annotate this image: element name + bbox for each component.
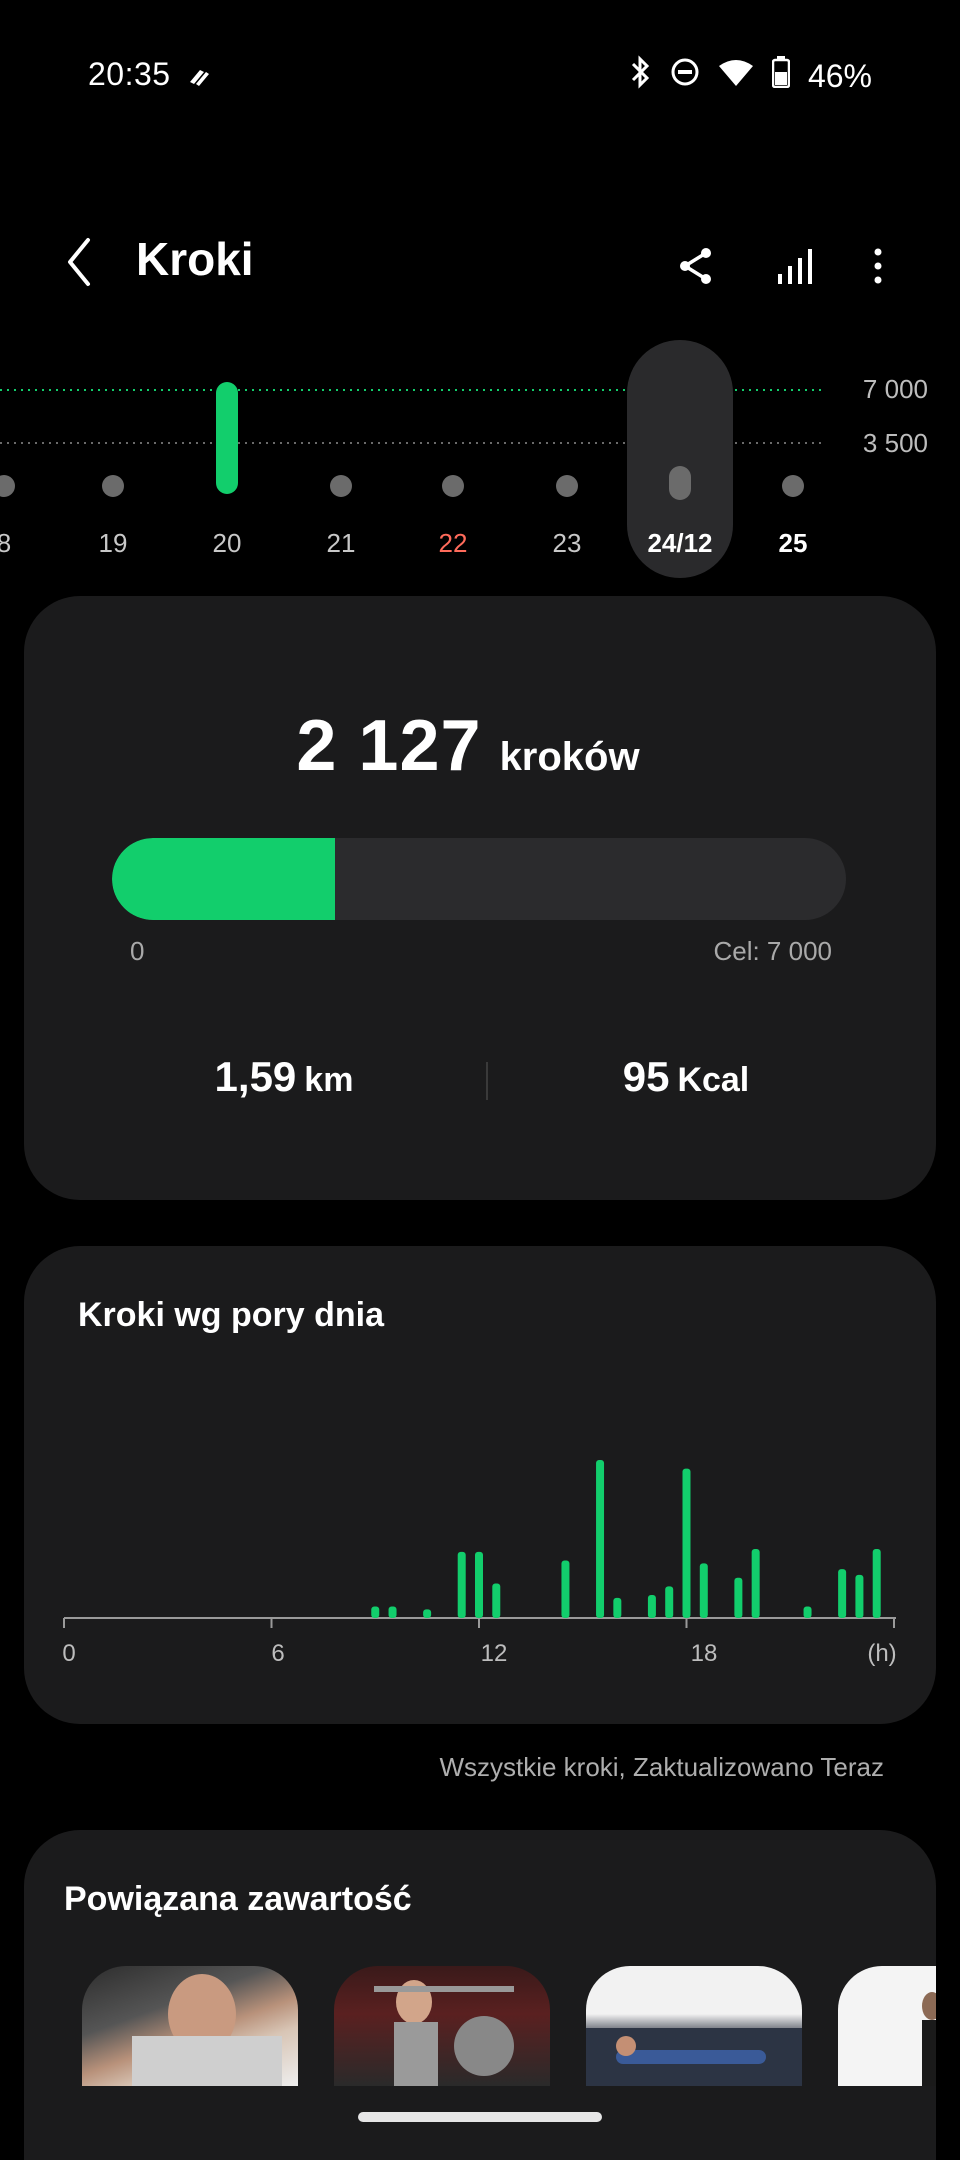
week-strip: 8 19 20 21 22 23 24/12 25 7 000 3 500 — [0, 340, 960, 580]
axis-label-18: 18 — [690, 1640, 718, 1667]
time-bar — [734, 1577, 743, 1618]
time-bar — [682, 1468, 691, 1618]
time-bar — [855, 1574, 864, 1618]
axis-label-12: 12 — [480, 1640, 508, 1667]
share-icon — [680, 248, 711, 284]
related-thumbnail-4[interactable] — [838, 1966, 936, 2086]
day-bar-23[interactable] — [556, 475, 578, 497]
bluetooth-icon — [630, 55, 652, 97]
time-bar — [751, 1549, 760, 1618]
time-bar — [699, 1563, 708, 1618]
status-time: 20:35 — [88, 56, 171, 92]
goal-progress-bar — [112, 838, 846, 920]
distance-stat: 1,59 km — [134, 1053, 434, 1101]
goal-progress-fill — [112, 838, 336, 920]
day-label-19[interactable]: 19 — [53, 528, 173, 559]
update-footnote: Wszystkie kroki, Zaktualizowano Teraz — [439, 1752, 884, 1782]
back-icon — [68, 238, 90, 286]
back-button[interactable] — [58, 232, 102, 292]
axis-label-0: 0 — [62, 1640, 76, 1667]
time-bar — [647, 1595, 656, 1618]
share-button[interactable] — [668, 238, 724, 294]
time-bar — [872, 1549, 881, 1618]
time-bar — [423, 1609, 432, 1618]
related-thumbnail-3[interactable] — [586, 1966, 802, 2086]
day-bar-19[interactable] — [102, 475, 124, 497]
more-options-button[interactable] — [850, 238, 906, 294]
time-bar — [371, 1606, 380, 1618]
related-thumbnail-1[interactable] — [82, 1966, 298, 2086]
progress-goal-label: Cel: 7 000 — [713, 936, 832, 966]
day-label-25[interactable]: 25 — [733, 528, 853, 559]
day-label-20[interactable]: 20 — [167, 528, 287, 559]
stats-divider — [486, 1062, 488, 1100]
time-bar — [475, 1551, 483, 1618]
payment-icon — [186, 64, 212, 90]
time-bar — [613, 1597, 622, 1618]
status-icons: 46% — [630, 55, 872, 97]
steps-count: 2 127 kroków — [0, 705, 936, 787]
day-bar-21[interactable] — [330, 475, 352, 497]
home-indicator[interactable] — [358, 2112, 602, 2122]
trends-button[interactable] — [767, 238, 823, 294]
calories-stat: 95 Kcal — [536, 1053, 836, 1101]
day-label-23[interactable]: 23 — [507, 528, 627, 559]
battery-icon — [771, 56, 791, 96]
calories-unit: Kcal — [677, 1061, 750, 1099]
day-label-22[interactable]: 22 — [393, 528, 513, 559]
steps-unit: kroków — [499, 735, 640, 779]
day-bar-20[interactable] — [216, 382, 238, 494]
progress-min-label: 0 — [130, 936, 145, 966]
goal-line-label-3500: 3 500 — [862, 428, 928, 458]
battery-level: 46% — [807, 57, 872, 94]
time-bar — [457, 1551, 466, 1618]
do-not-disturb-icon — [670, 57, 700, 95]
distance-value: 1,59 — [214, 1053, 297, 1100]
time-axis-labels: 0 6 12 18 (h) — [24, 1640, 936, 1680]
more-icon — [874, 248, 882, 284]
day-bar-24/12[interactable] — [669, 466, 691, 500]
time-bar — [838, 1569, 847, 1618]
day-label-21[interactable]: 21 — [281, 528, 401, 559]
related-thumbnail-2[interactable] — [334, 1966, 550, 2086]
axis-label-hours: (h) — [867, 1640, 897, 1667]
wifi-icon — [718, 58, 754, 95]
goal-line-label-7000: 7 000 — [862, 374, 928, 404]
time-bar — [388, 1606, 397, 1618]
day-bar-8[interactable] — [0, 475, 15, 497]
day-bar-25[interactable] — [782, 475, 804, 497]
time-bar — [596, 1460, 605, 1618]
steps-number: 2 127 — [296, 706, 482, 786]
time-bar — [561, 1560, 570, 1618]
day-label-24/12[interactable]: 24/12 — [620, 528, 740, 559]
related-content-title: Powiązana zawartość — [64, 1880, 412, 1918]
bar-chart-icon — [778, 249, 812, 284]
calories-value: 95 — [622, 1053, 670, 1100]
axis-label-6: 6 — [271, 1640, 285, 1667]
time-bar — [803, 1606, 812, 1618]
page-title: Kroki — [136, 233, 254, 285]
distance-unit: km — [304, 1061, 354, 1099]
time-bar — [492, 1583, 501, 1618]
time-bar — [665, 1586, 674, 1618]
day-bar-22[interactable] — [442, 475, 464, 497]
